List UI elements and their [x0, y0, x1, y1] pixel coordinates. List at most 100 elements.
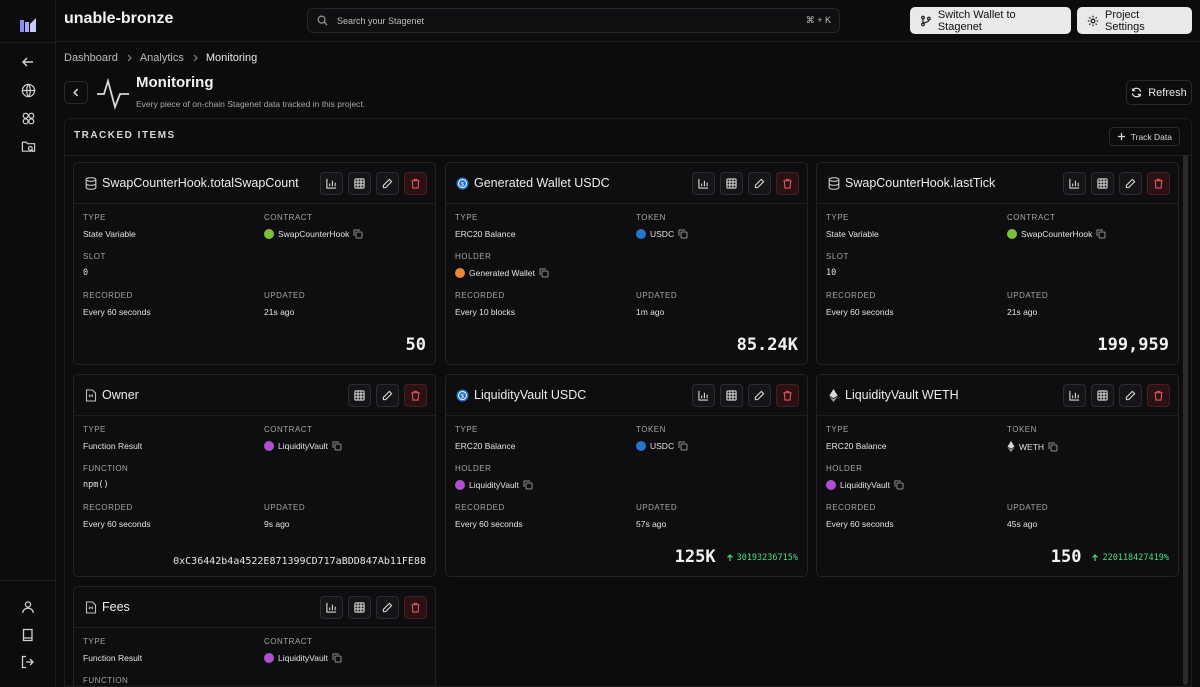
copy-icon[interactable] [1096, 229, 1106, 239]
contract-name[interactable]: LiquidityVault [278, 441, 328, 451]
globe-icon[interactable] [17, 79, 39, 101]
refresh-button[interactable]: Refresh [1126, 80, 1192, 105]
chart-button[interactable] [1063, 384, 1086, 407]
delete-button[interactable] [404, 384, 427, 407]
table-button[interactable] [348, 384, 371, 407]
back-button[interactable] [64, 81, 88, 104]
breadcrumb-analytics[interactable]: Analytics [140, 52, 184, 64]
field-label: RECORDED [83, 291, 133, 300]
field-label: TYPE [83, 425, 106, 434]
project-settings-button[interactable]: Project Settings [1077, 7, 1192, 34]
field-label: HOLDER [826, 464, 863, 473]
back-arrow-icon[interactable] [17, 51, 39, 73]
table-icon [354, 602, 365, 613]
delete-button[interactable] [1147, 172, 1170, 195]
copy-icon[interactable] [894, 480, 904, 490]
token-name[interactable]: USDC [650, 229, 674, 239]
edit-button[interactable] [748, 172, 771, 195]
gear-icon [1087, 15, 1099, 26]
tracked-value: 85.24K [736, 335, 798, 355]
git-branch-icon [921, 15, 931, 26]
field-label: TYPE [826, 213, 849, 222]
tracked-card[interactable]: SwapCounterHook.lastTick TYPE State Varia… [816, 162, 1179, 365]
edit-button[interactable] [376, 172, 399, 195]
edit-button[interactable] [376, 384, 399, 407]
copy-icon[interactable] [353, 229, 363, 239]
track-data-button[interactable]: Track Data [1108, 127, 1180, 146]
table-button[interactable] [1091, 384, 1114, 407]
breadcrumb: Dashboard Analytics Monitoring [64, 52, 257, 64]
contract-name[interactable]: LiquidityVault [278, 653, 328, 663]
table-icon [726, 390, 737, 401]
user-icon[interactable] [17, 596, 39, 618]
chart-button[interactable] [320, 596, 343, 619]
table-button[interactable] [348, 596, 371, 619]
table-button[interactable] [720, 172, 743, 195]
copy-icon[interactable] [1048, 442, 1058, 452]
contract-name[interactable]: SwapCounterHook [278, 229, 349, 239]
search-input[interactable]: Search your Stagenet ⌘ + K [307, 8, 840, 33]
holder-name[interactable]: LiquidityVault [840, 480, 890, 490]
table-button[interactable] [1091, 172, 1114, 195]
chart-button[interactable] [320, 172, 343, 195]
table-button[interactable] [720, 384, 743, 407]
tracked-card[interactable]: $ Generated Wallet USDC TYPE ERC20 Balanc… [445, 162, 808, 365]
tracked-card[interactable]: Fees TYPE Function Result CONTRACT Liquidi… [73, 586, 436, 686]
tracked-card[interactable]: $ LiquidityVault USDC TYPE ERC20 Balance … [445, 374, 808, 577]
app-logo-icon[interactable] [17, 15, 39, 37]
field-value: State Variable [826, 229, 879, 239]
logout-icon[interactable] [17, 651, 39, 673]
folder-search-icon[interactable] [17, 135, 39, 157]
change-badge: 30193236715% [726, 553, 798, 563]
breadcrumb-dashboard[interactable]: Dashboard [64, 52, 118, 64]
tracked-card[interactable]: SwapCounterHook.totalSwapCount TYPE State… [73, 162, 436, 365]
chart-button[interactable] [692, 172, 715, 195]
holder-name[interactable]: LiquidityVault [469, 480, 519, 490]
holder-name[interactable]: Generated Wallet [469, 268, 535, 278]
bar-chart-icon [1069, 390, 1080, 401]
field-value: npm() [83, 480, 109, 490]
tracked-card[interactable]: Owner TYPE Function Result CONTRACT Liquid… [73, 374, 436, 577]
contract-name[interactable]: SwapCounterHook [1021, 229, 1092, 239]
table-button[interactable] [348, 172, 371, 195]
tracked-value: 0xC36442b4a4522E871399CD717aBDD847Ab11FE… [173, 556, 426, 567]
arrow-up-icon [726, 554, 733, 561]
edit-button[interactable] [748, 384, 771, 407]
edit-button[interactable] [376, 596, 399, 619]
usdc-icon [636, 441, 646, 451]
field-label: UPDATED [1007, 503, 1049, 512]
copy-icon[interactable] [332, 441, 342, 451]
delete-button[interactable] [404, 596, 427, 619]
delete-button[interactable] [776, 172, 799, 195]
switch-wallet-button[interactable]: Switch Wallet to Stagenet [910, 7, 1071, 34]
field-value: 9s ago [264, 519, 290, 529]
top-bar: unable-bronze Search your Stagenet ⌘ + K… [56, 0, 1200, 42]
field-value: 57s ago [636, 519, 667, 529]
copy-icon[interactable] [539, 268, 549, 278]
field-value: 1m ago [636, 307, 665, 317]
copy-icon[interactable] [332, 653, 342, 663]
field-label: TYPE [83, 213, 106, 222]
project-settings-label: Project Settings [1105, 8, 1145, 33]
delete-button[interactable] [404, 172, 427, 195]
edit-button[interactable] [1119, 384, 1142, 407]
apps-icon[interactable] [17, 107, 39, 129]
refresh-icon [1132, 87, 1142, 98]
delete-button[interactable] [776, 384, 799, 407]
scrollbar[interactable] [1183, 155, 1188, 685]
copy-icon[interactable] [523, 480, 533, 490]
delete-button[interactable] [1147, 384, 1170, 407]
token-name[interactable]: USDC [650, 441, 674, 451]
copy-icon[interactable] [678, 229, 688, 239]
tracked-card[interactable]: LiquidityVault WETH TYPE ERC20 Balance TO… [816, 374, 1179, 577]
chart-button[interactable] [692, 384, 715, 407]
copy-icon[interactable] [678, 441, 688, 451]
refresh-label: Refresh [1148, 86, 1187, 99]
book-icon[interactable] [17, 624, 39, 646]
edit-button[interactable] [1119, 172, 1142, 195]
token-name[interactable]: WETH [1019, 442, 1044, 452]
chart-button[interactable] [1063, 172, 1086, 195]
weth-icon [827, 389, 840, 402]
wallet-avatar-icon [455, 268, 465, 278]
project-name[interactable]: unable-bronze [64, 10, 173, 28]
